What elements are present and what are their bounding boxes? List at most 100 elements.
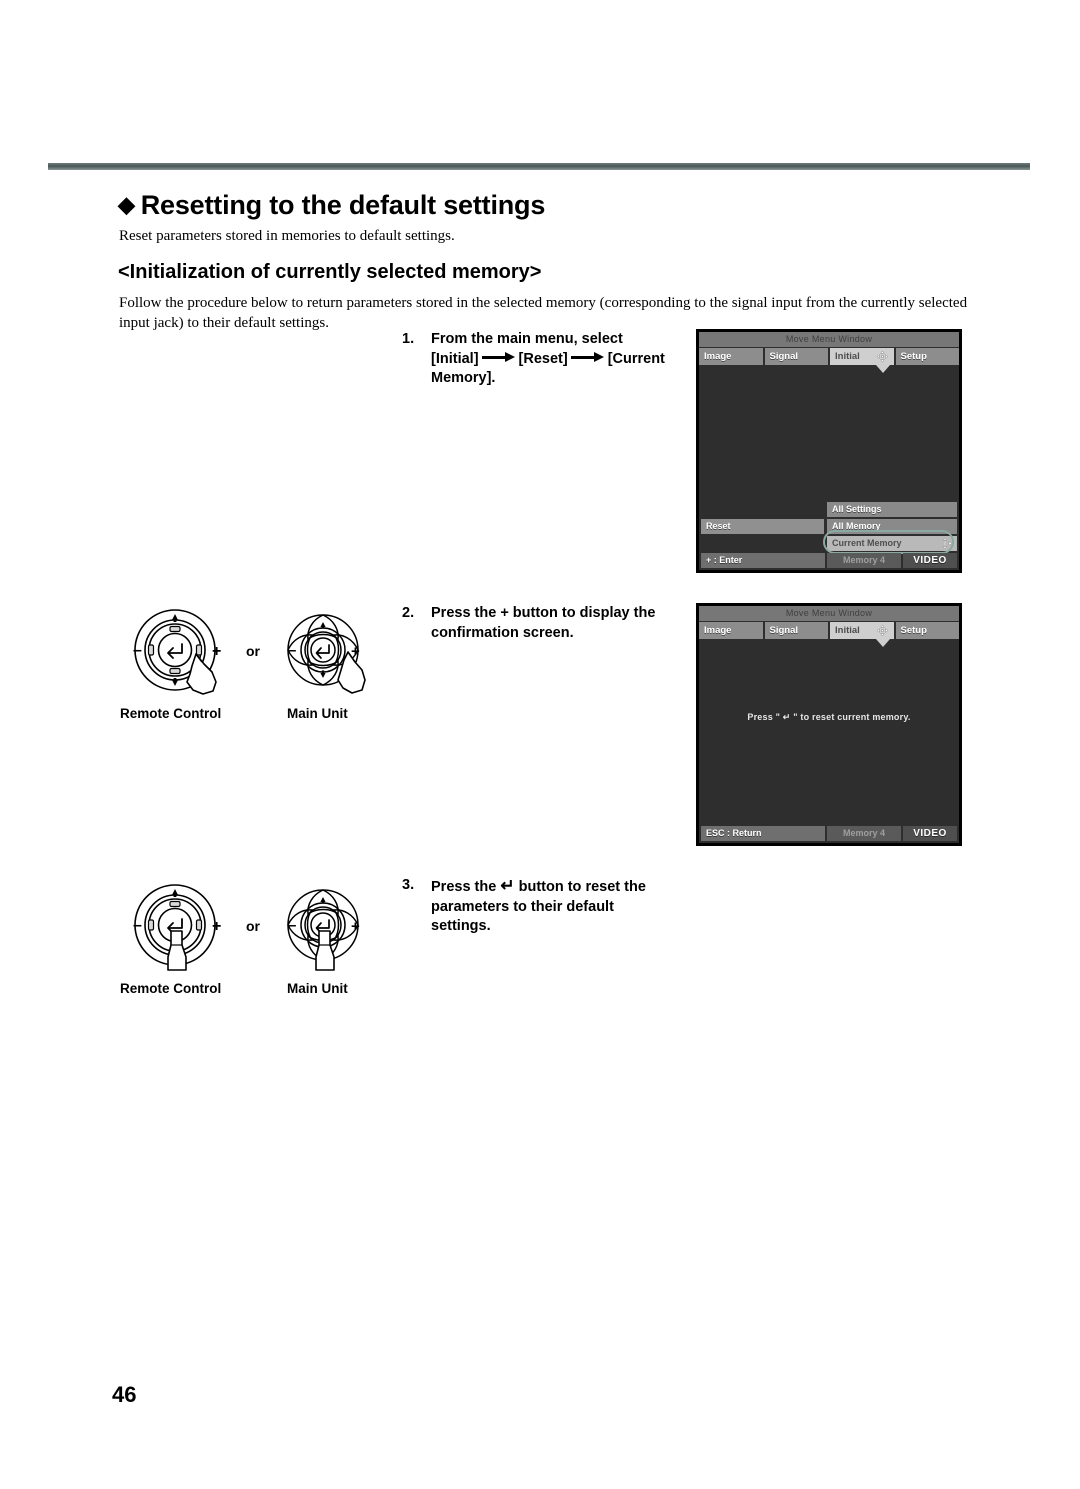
osd1-tab-bar: Image Signal Initial Setup: [699, 348, 959, 365]
pointing-hand-icon: [315, 930, 335, 971]
intro-text: Reset parameters stored in memories to d…: [119, 228, 455, 244]
remote-and-main-unit-diagram-enter: – + or – +: [133, 884, 360, 971]
figure-press-plus: – + or – + Remote Control Main Unit: [120, 598, 390, 721]
enter-button-icon: ↵: [500, 876, 515, 895]
main-unit-label-plus: Main Unit: [287, 706, 348, 721]
osd1-tab-initial[interactable]: Initial: [830, 348, 894, 365]
osd1-tab-setup[interactable]: Setup: [895, 348, 959, 365]
osd1-submenu-row: All Settings: [699, 502, 959, 517]
step-1-menu-reset: [Reset]: [518, 350, 568, 367]
main-unit-label-enter: Main Unit: [287, 981, 348, 996]
osd2-tab-initial-label: Initial: [835, 625, 860, 636]
osd1-submenu: All Settings Reset All Memory Current Me…: [699, 502, 959, 554]
osd1-tab-signal-label: Signal: [769, 351, 799, 362]
osd-screenshot-menu: Move Menu Window Image Signal Initial Se…: [696, 329, 962, 573]
osd2-tab-signal[interactable]: Signal: [764, 622, 828, 639]
osd1-tab-image[interactable]: Image: [699, 348, 763, 365]
osd1-item-all-memory-label: All Memory: [832, 521, 881, 531]
right-arrow-icon: [481, 352, 516, 362]
right-arrow-icon: [570, 352, 605, 362]
osd2-title: Move Menu Window: [699, 606, 959, 621]
diamond-bullet-icon: ◆: [118, 192, 135, 217]
osd2-tab-image-label: Image: [704, 625, 732, 636]
osd1-item-all-settings-label: All Settings: [832, 504, 882, 514]
step-3-text: Press the ↵ button to reset the paramete…: [431, 876, 677, 937]
osd2-tab-setup[interactable]: Setup: [895, 622, 959, 639]
osd1-tab-setup-label: Setup: [900, 351, 927, 362]
osd1-item-all-memory[interactable]: All Memory: [827, 519, 957, 534]
step-1-line3: Memory].: [431, 370, 496, 386]
step-2-line2: confirmation screen.: [431, 624, 574, 641]
page-title-text: Resetting to the default settings: [140, 190, 546, 220]
figure-press-enter: – + or – + Remote Control Main Unit: [120, 873, 390, 996]
move-cursor-icon: [876, 624, 888, 637]
osd2-tab-image[interactable]: Image: [699, 622, 763, 639]
pointing-hand-icon: [167, 930, 187, 971]
step-3-number: 3.: [402, 877, 415, 893]
or-label-plus: or: [246, 643, 261, 659]
pointing-hand-icon: [186, 653, 217, 695]
move-cursor-icon: [876, 350, 888, 363]
osd1-submenu-row: Current Memory: [699, 536, 959, 551]
osd2-tab-bar: Image Signal Initial Setup: [699, 622, 959, 639]
osd1-title: Move Menu Window: [699, 332, 959, 347]
step-3-pre: Press the: [431, 879, 497, 895]
step-2: 2. Press the + button to display the con…: [402, 604, 682, 643]
or-label-enter: or: [246, 918, 261, 934]
osd2-tab-pointer-icon: [876, 639, 890, 647]
step-1-line1: From the main menu, select: [431, 331, 623, 347]
section-paragraph: Follow the procedure below to return par…: [119, 295, 968, 331]
section-subtitle: <Initialization of currently selected me…: [118, 261, 542, 283]
manual-page: ◆ Resetting to the default settings Reset…: [0, 0, 1080, 1489]
step-2-number: 2.: [402, 605, 415, 621]
osd1-item-current-memory[interactable]: Current Memory: [827, 536, 957, 551]
step-3: 3. Press the ↵ button to reset the param…: [402, 876, 677, 937]
enter-glyph: [167, 643, 183, 659]
osd1-tab-initial-label: Initial: [835, 351, 860, 362]
step-3-line2: parameters to their default: [431, 898, 614, 915]
step-1-menu-initial: [Initial]: [431, 350, 479, 367]
osd1-category-reset-label: Reset: [706, 521, 731, 531]
remote-control-label-enter: Remote Control: [120, 981, 222, 996]
osd2-status-source: VIDEO: [903, 826, 957, 841]
step-2-text: Press the + button to display the confir…: [431, 604, 682, 643]
osd2-status-memory: Memory 4: [827, 826, 901, 841]
header-rule: [48, 163, 1030, 170]
osd1-item-all-settings[interactable]: All Settings: [827, 502, 957, 517]
step-2-line1: Press the + button to display the: [431, 605, 656, 621]
step-3-post: button to reset the: [518, 879, 646, 895]
osd2-status-bar: ESC : Return Memory 4 VIDEO: [699, 826, 959, 843]
osd2-tab-setup-label: Setup: [900, 625, 927, 636]
step-1-menu-current: [Current: [607, 350, 665, 367]
osd2-tab-initial[interactable]: Initial: [830, 622, 894, 639]
remote-and-main-unit-diagram-plus: – + or – +: [133, 609, 366, 695]
osd1-status-hint: + : Enter: [701, 553, 825, 568]
svg-text:+: +: [212, 643, 221, 660]
osd1-tab-image-label: Image: [704, 351, 732, 362]
step-1: 1. From the main menu, select [Initial] […: [402, 330, 687, 389]
page-number: 46: [112, 1382, 137, 1407]
osd1-category-reset[interactable]: Reset: [701, 519, 824, 534]
pointing-hand-icon: [337, 651, 366, 694]
page-title: ◆ Resetting to the default settings: [118, 190, 545, 221]
osd1-item-current-memory-label: Current Memory: [832, 538, 902, 548]
svg-text:+: +: [351, 918, 360, 935]
step-1-text: From the main menu, select [Initial] [Res…: [431, 330, 687, 389]
select-cursor-icon: [941, 537, 953, 550]
svg-text:–: –: [288, 917, 296, 934]
svg-text:–: –: [133, 917, 142, 934]
osd1-tab-pointer-icon: [876, 365, 890, 373]
osd1-status-memory: Memory 4: [827, 553, 901, 568]
osd1-status-bar: + : Enter Memory 4 VIDEO: [699, 553, 959, 570]
osd1-status-source: VIDEO: [903, 553, 957, 568]
remote-control-label-plus: Remote Control: [120, 706, 222, 721]
osd1-tab-signal[interactable]: Signal: [764, 348, 828, 365]
osd1-submenu-row: Reset All Memory: [699, 519, 959, 534]
svg-text:–: –: [288, 642, 296, 659]
svg-text:–: –: [133, 642, 142, 659]
osd2-tab-signal-label: Signal: [769, 625, 799, 636]
step-3-line3: settings.: [431, 918, 491, 934]
osd2-confirmation-message: Press " ↵ " to reset current memory.: [747, 712, 911, 722]
osd-screenshot-confirmation: Move Menu Window Image Signal Initial Se…: [696, 603, 962, 846]
osd2-status-hint: ESC : Return: [701, 826, 825, 841]
